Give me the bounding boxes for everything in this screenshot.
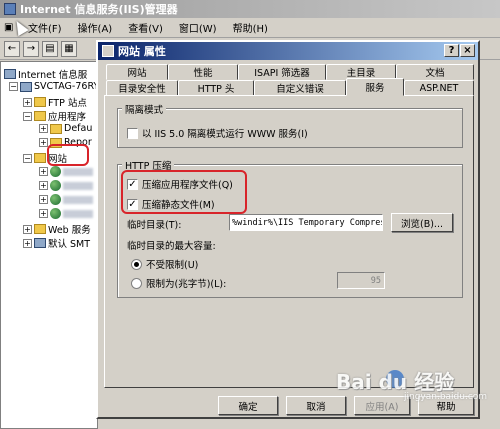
tree-item-web-extensions[interactable]: + Web 服务 [23,222,91,236]
collapse-icon[interactable]: − [9,82,18,91]
limited-label[interactable]: 限制为(兆字节)(L): [146,276,226,290]
dialog-title: 网站 属性 [118,45,166,58]
menu-action[interactable]: 操作(A) [70,20,121,35]
properties-dialog: 网站 属性 ? × 网站 性能 ISAPI 筛选器 主目录 文档 目录安全性 H… [96,40,480,419]
tree-item-site[interactable]: + [39,180,93,191]
tab-service[interactable]: 服务 [346,78,404,96]
folder-icon [50,123,62,134]
tree-item-iis-root[interactable]: Internet 信息服 [4,67,87,81]
cancel-button[interactable]: 取消 [286,396,346,415]
show-tree-icon[interactable]: ▦ [61,40,77,57]
menubar: ▣ 文件(F) 操作(A) 查看(V) 窗口(W) 帮助(H) [0,18,500,38]
expand-icon[interactable]: + [39,195,48,204]
main-window-title: Internet 信息服务(IIS)管理器 [20,3,178,16]
tree-item-websites[interactable]: − 网站 [23,151,67,165]
back-arrow-icon[interactable]: ← [4,40,20,57]
apply-button[interactable]: 应用(A) [354,396,410,415]
compress-static-label[interactable]: 压缩静态文件(M) [142,197,215,211]
isolation-mode-label: 隔离模式 [122,102,167,116]
ok-button[interactable]: 确定 [218,396,278,415]
forward-arrow-icon[interactable]: → [23,40,39,57]
redacted-text [63,181,93,190]
tree-item-site[interactable]: + [39,208,93,219]
watermark-url: jingyan.baidu.com [404,392,488,402]
tree-item-server[interactable]: − SVCTAG-76RY [9,81,97,92]
http-compression-label: HTTP 压缩 [122,158,175,172]
collapse-icon[interactable]: − [23,153,32,163]
tree-item-site[interactable]: + [39,166,93,177]
compress-static-checkbox[interactable]: ✓ [127,198,138,210]
collapse-icon[interactable]: − [23,111,32,121]
expand-icon[interactable]: + [39,138,48,147]
globe-icon [50,180,61,191]
iis-app-icon [4,3,16,15]
tree-item-smtp[interactable]: + 默认 SMT [23,236,90,250]
folder-icon [34,97,46,107]
compress-static-row: ✓ 压缩静态文件(M) [127,197,215,211]
tab-website[interactable]: 网站 [106,64,168,80]
temp-dir-input[interactable]: %windir%\IIS Temporary Compres [229,214,383,231]
globe-icon [50,208,61,219]
compress-app-checkbox[interactable]: ✓ [127,178,138,190]
tree-item-default-pool[interactable]: + Defau [39,123,92,134]
iis5-isolation-row: 以 IIS 5.0 隔离模式运行 WWW 服务(I) [127,126,308,140]
folder-icon [34,224,46,234]
iis5-isolation-checkbox[interactable] [127,127,138,139]
smtp-icon [34,238,46,248]
globe-icon [50,194,61,205]
redacted-text [63,167,93,176]
expand-icon[interactable]: + [39,181,48,190]
globe-icon [50,166,61,177]
dialog-icon [102,45,114,57]
redacted-text [63,195,93,204]
folder-icon [34,153,46,163]
close-icon[interactable]: × [460,44,475,57]
limited-row: 限制为(兆字节)(L): [131,276,226,290]
expand-icon[interactable]: + [23,224,32,234]
expand-icon[interactable]: + [39,124,48,133]
tab-http-headers[interactable]: HTTP 头 [178,80,254,96]
folder-icon [34,111,46,121]
tab-aspnet[interactable]: ASP.NET [404,80,474,96]
expand-icon[interactable]: + [39,167,48,176]
limit-size-input[interactable]: 95 [337,272,385,289]
dialog-titlebar: 网站 属性 ? × [98,42,478,60]
tab-custom-errors[interactable]: 自定义错误 [254,80,346,96]
tree-pane: Internet 信息服 − SVCTAG-76RY + FTP 站点 − 应用… [0,61,98,429]
iis5-isolation-label[interactable]: 以 IIS 5.0 隔离模式运行 WWW 服务(I) [142,126,308,140]
folder-icon [50,137,62,148]
watermark-text: Bai du 经验 [336,370,455,394]
menu-help[interactable]: 帮助(H) [225,20,276,35]
computer-icon [4,69,16,79]
compress-app-label[interactable]: 压缩应用程序文件(Q) [142,177,233,191]
tree-item-ftp[interactable]: + FTP 站点 [23,95,87,109]
menu-window[interactable]: 窗口(W) [171,20,225,35]
unlimited-row: 不受限制(U) [131,257,198,271]
compress-app-row: ✓ 压缩应用程序文件(Q) [127,177,233,191]
tab-directory-security[interactable]: 目录安全性 [106,80,178,96]
service-tab-panel: 隔离模式 以 IIS 5.0 隔离模式运行 WWW 服务(I) HTTP 压缩 … [104,95,474,388]
tree-item-site[interactable]: + [39,194,93,205]
unlimited-radio[interactable] [131,258,142,270]
server-icon [20,81,32,92]
tree-item-report-pool[interactable]: + Repor [39,137,92,148]
limited-radio[interactable] [131,277,142,289]
help-title-button[interactable]: ? [444,44,459,57]
browse-button[interactable]: 浏览(B)... [391,213,453,232]
tab-documents[interactable]: 文档 [396,64,474,80]
expand-icon[interactable]: + [23,238,32,248]
menu-view[interactable]: 查看(V) [120,20,171,35]
unlimited-label[interactable]: 不受限制(U) [146,257,198,271]
up-folder-icon[interactable]: ▤ [42,40,58,57]
expand-icon[interactable]: + [39,209,48,218]
tab-isapi-filters[interactable]: ISAPI 筛选器 [238,64,326,80]
tab-performance[interactable]: 性能 [168,64,238,80]
tree-item-app-pools[interactable]: − 应用程序 [23,109,86,123]
redacted-text [63,209,93,218]
main-window-titlebar: Internet 信息服务(IIS)管理器 [0,0,500,18]
expand-icon[interactable]: + [23,97,32,107]
max-size-label: 临时目录的最大容量: [127,241,216,252]
temp-dir-label: 临时目录(T): [127,220,182,231]
